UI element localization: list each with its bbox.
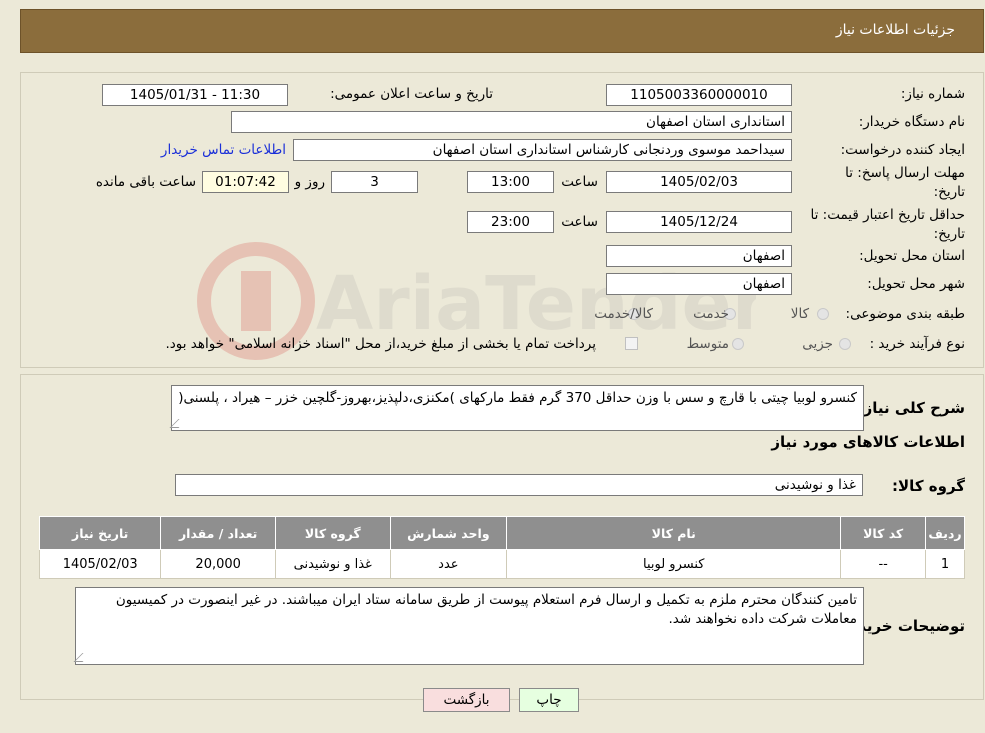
treasury-checkbox[interactable]	[625, 337, 638, 350]
table-row: 1405/02/03 20,000 غذا و نوشیدنی عدد کنسر…	[38, 549, 965, 579]
announce-datetime-field: 1405/01/31 - 11:30	[102, 84, 288, 106]
goods-table-header: تاریخ نیاز تعداد / مقدار گروه کالا واحد …	[38, 516, 965, 550]
remaining-time-label: ساعت باقی مانده	[95, 174, 196, 190]
buyer-org-label: نام دستگاه خریدار:	[858, 114, 965, 130]
need-number-label: شماره نیاز:	[900, 86, 965, 102]
print-button[interactable]: چاپ	[519, 688, 579, 712]
cell-row: 1	[925, 549, 965, 579]
summary-textarea[interactable]: کنسرو لوبیا چیتی با قارچ و سس با وزن حدا…	[169, 385, 864, 431]
process-radio-minor[interactable]	[839, 338, 851, 350]
header-goods-group: گروه کالا	[274, 516, 391, 550]
goods-panel: شرح کلی نیاز: کنسرو لوبیا چیتی با قارچ و…	[20, 374, 984, 700]
category-label: طبقه بندی موضوعی:	[845, 306, 965, 322]
category-radio-goods[interactable]	[817, 308, 829, 320]
header-goods-name: نام کالا	[506, 516, 842, 550]
cell-goods-name: کنسرو لوبیا	[506, 549, 842, 579]
header-row: ردیف	[925, 516, 965, 550]
deadline-label-line2: تاریخ:	[933, 184, 965, 200]
buyer-notes-textarea[interactable]: تامین کنندگان محترم ملزم به تکمیل و ارسا…	[73, 587, 864, 665]
validity-time-field: 23:00	[467, 211, 554, 233]
goods-group-label: گروه کالا:	[892, 477, 965, 495]
deadline-label-line1: مهلت ارسال پاسخ: تا	[845, 165, 965, 181]
treasury-note: پرداخت تمام یا بخشی از مبلغ خرید،از محل …	[165, 336, 596, 352]
goods-table: تاریخ نیاز تعداد / مقدار گروه کالا واحد …	[38, 516, 965, 579]
province-label: استان محل تحویل:	[859, 248, 965, 264]
category-option-service: خدمت	[693, 306, 729, 322]
resize-grip-icon[interactable]	[73, 653, 92, 662]
goods-group-field: غذا و نوشیدنی	[175, 474, 863, 496]
header-need-date: تاریخ نیاز	[38, 516, 162, 550]
header-goods-code: کد کالا	[840, 516, 927, 550]
header-quantity: تعداد / مقدار	[160, 516, 276, 550]
deadline-time-field: 13:00	[467, 171, 554, 193]
need-info-panel: AriaTender.neT شماره نیاز: 1105003360000…	[20, 72, 984, 368]
category-option-goods-service: کالا/خدمت	[594, 306, 653, 322]
goods-section-title: اطلاعات کالاهای مورد نیاز	[771, 433, 965, 451]
creator-field: سیداحمد موسوی وردنجانی کارشناس استانداری…	[293, 139, 792, 161]
need-number-field: 1105003360000010	[606, 84, 792, 106]
summary-label: شرح کلی نیاز:	[857, 399, 965, 417]
summary-text: کنسرو لوبیا چیتی با قارچ و سس با وزن حدا…	[178, 390, 857, 406]
announce-label: تاریخ و ساعت اعلان عمومی:	[330, 86, 493, 102]
days-remaining-field: 3	[331, 171, 418, 193]
page-header: جزئیات اطلاعات نیاز	[20, 9, 984, 53]
back-button[interactable]: بازگشت	[423, 688, 510, 712]
header-unit: واحد شمارش	[389, 516, 508, 550]
process-option-minor: جزیی	[802, 336, 833, 352]
category-option-goods: کالا	[790, 306, 809, 322]
validity-date-field: 1405/12/24	[606, 211, 792, 233]
process-radio-medium[interactable]	[732, 338, 744, 350]
validity-label-line2: تاریخ:	[933, 226, 965, 242]
cell-goods-group: غذا و نوشیدنی	[274, 549, 391, 579]
buyer-contact-link[interactable]: اطلاعات تماس خریدار	[161, 142, 286, 158]
buyer-org-field: استانداری استان اصفهان	[231, 111, 792, 133]
cell-quantity: 20,000	[160, 549, 276, 579]
city-field: اصفهان	[606, 273, 792, 295]
page-title: جزئیات اطلاعات نیاز	[835, 22, 955, 38]
cell-unit: عدد	[389, 549, 508, 579]
remaining-time-field: 01:07:42	[202, 171, 289, 193]
validity-label-line1: حداقل تاریخ اعتبار قیمت: تا	[810, 207, 965, 223]
days-label: روز و	[294, 174, 325, 190]
resize-grip-icon[interactable]	[169, 419, 188, 428]
province-field: اصفهان	[606, 245, 792, 267]
city-label: شهر محل تحویل:	[867, 276, 965, 292]
process-label: نوع فرآیند خرید :	[869, 336, 965, 352]
validity-time-label: ساعت	[561, 214, 598, 230]
cell-need-date: 1405/02/03	[38, 549, 162, 579]
deadline-date-field: 1405/02/03	[606, 171, 792, 193]
process-option-medium: متوسط	[686, 336, 729, 352]
buyer-notes-text: تامین کنندگان محترم ملزم به تکمیل و ارسا…	[115, 592, 857, 627]
creator-label: ایجاد کننده درخواست:	[840, 142, 965, 158]
deadline-time-label: ساعت	[561, 174, 598, 190]
cell-goods-code: --	[840, 549, 927, 579]
